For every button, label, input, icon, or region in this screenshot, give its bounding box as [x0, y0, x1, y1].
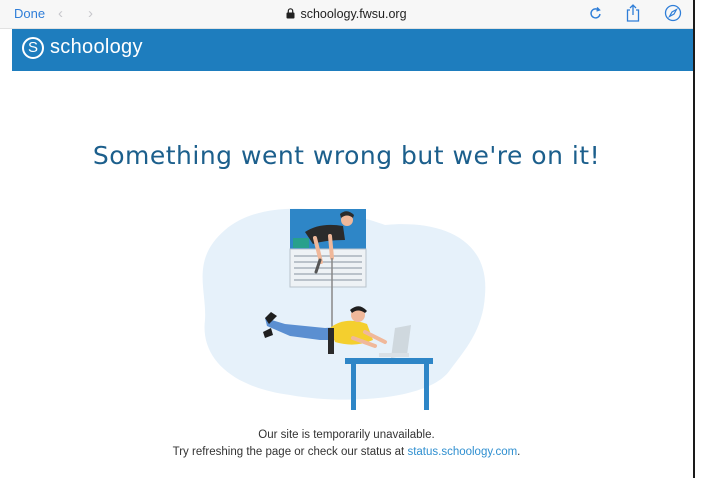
logo-wordmark: schoology	[50, 36, 143, 58]
status-message-text: Try refreshing the page or check our sta…	[172, 446, 408, 458]
status-message: Try refreshing the page or check our sta…	[0, 446, 693, 458]
unavailable-message: Our site is temporarily unavailable.	[258, 429, 435, 441]
reload-icon[interactable]	[589, 5, 603, 21]
status-link[interactable]: status.schoology.com	[407, 446, 517, 458]
schoology-logo[interactable]: S schoology	[22, 36, 143, 59]
url-text: schoology.fwsu.org	[300, 6, 407, 21]
maintenance-illustration	[202, 208, 486, 410]
status-message-period: .	[517, 446, 521, 458]
browser-toolbar: Done ‹ › schoology.fwsu.org	[0, 0, 693, 29]
logo-mark: S	[22, 36, 44, 59]
site-header: S schoology	[12, 29, 693, 71]
compass-icon[interactable]	[664, 4, 682, 22]
lock-icon	[286, 8, 295, 19]
window-edge	[693, 0, 695, 478]
share-icon[interactable]	[625, 3, 641, 23]
error-headline: Something went wrong but we're on it!	[92, 141, 601, 170]
